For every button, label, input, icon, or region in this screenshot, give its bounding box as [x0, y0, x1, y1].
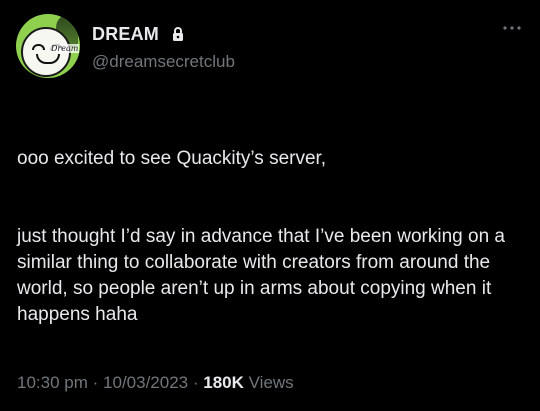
face-mouth [36, 54, 60, 64]
author-handle[interactable]: @dreamsecretclub [92, 52, 235, 72]
tweet-date[interactable]: 10/03/2023 [103, 373, 188, 392]
avatar[interactable]: Dream [16, 14, 80, 78]
tweet-card: Dream DREAM @dreamsecretclub ooo excited… [0, 0, 540, 411]
meta-separator: · [92, 373, 99, 392]
tweet-time[interactable]: 10:30 pm [17, 373, 88, 392]
meta-separator: · [192, 373, 199, 392]
tweet-meta: 10:30 pm · 10/03/2023 · 180K Views [17, 373, 294, 393]
avatar-wordmark: Dream [50, 44, 80, 53]
tweet-paragraph: just thought I’d say in advance that I’v… [17, 226, 505, 325]
lock-icon [173, 27, 183, 41]
views-label: Views [248, 373, 294, 392]
tweet-text: ooo excited to see Quackity’s server, ju… [17, 120, 517, 354]
author-display-name[interactable]: DREAM [92, 24, 159, 45]
face-left-eye [32, 44, 45, 50]
tweet-paragraph: ooo excited to see Quackity’s server, [17, 148, 327, 169]
views-count[interactable]: 180K [203, 373, 244, 392]
more-icon[interactable] [500, 22, 524, 34]
